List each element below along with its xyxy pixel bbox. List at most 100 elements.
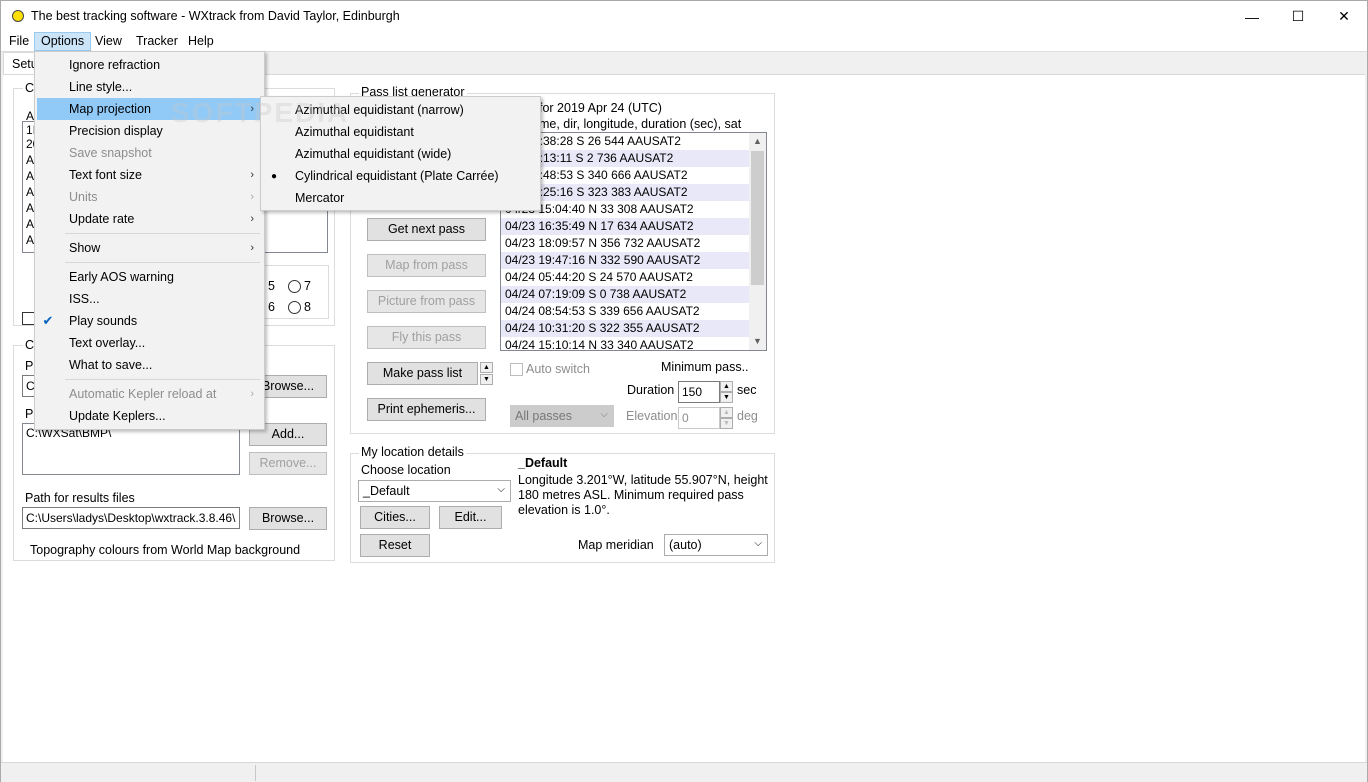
duration-input[interactable]: 150 bbox=[678, 381, 720, 403]
all-passes-value: All passes bbox=[515, 409, 572, 423]
elevation-spin-up[interactable]: ▲ bbox=[720, 407, 733, 418]
duration-spin-down[interactable]: ▼ bbox=[720, 392, 733, 403]
results-browse-button[interactable]: Browse... bbox=[249, 507, 327, 530]
list-item[interactable]: 04/23 18:09:57 N 356 732 AAUSAT2 bbox=[501, 235, 749, 252]
list-item[interactable]: 04/24 10:31:20 S 322 355 AAUSAT2 bbox=[501, 320, 749, 337]
path-list[interactable]: C:\WXSat\BMP\ bbox=[22, 423, 240, 475]
elevation-input[interactable]: 0 bbox=[678, 407, 720, 429]
minimum-pass-label: Minimum pass.. bbox=[661, 360, 749, 374]
pass-header-1: for 2019 Apr 24 (UTC) bbox=[539, 101, 662, 115]
duration-spin-up[interactable]: ▲ bbox=[720, 381, 733, 392]
menu-item-label: Units bbox=[69, 190, 98, 204]
map-meridian-label: Map meridian bbox=[578, 538, 654, 552]
cities-button[interactable]: Cities... bbox=[360, 506, 430, 529]
chevron-right-icon: › bbox=[250, 388, 254, 400]
radio-7[interactable] bbox=[288, 280, 301, 293]
location-select-value: _Default bbox=[363, 484, 410, 498]
menu-separator bbox=[65, 379, 260, 380]
close-button[interactable]: ✕ bbox=[1321, 1, 1367, 32]
make-pass-list-button[interactable]: Make pass list bbox=[367, 362, 478, 385]
menu-item-line-style[interactable]: Line style... bbox=[37, 76, 262, 98]
radio-label: 5 bbox=[268, 279, 275, 293]
menu-item-text-overlay[interactable]: Text overlay... bbox=[37, 332, 262, 354]
picture-from-pass-button[interactable]: Picture from pass bbox=[367, 290, 486, 313]
minimize-button[interactable]: — bbox=[1229, 1, 1275, 32]
get-next-pass-button[interactable]: Get next pass bbox=[367, 218, 486, 241]
radio-label: 7 bbox=[304, 279, 311, 293]
status-bar bbox=[1, 762, 1367, 782]
list-item[interactable]: 04/23 19:47:16 N 332 590 AAUSAT2 bbox=[501, 252, 749, 269]
results-path-input[interactable]: C:\Users\ladys\Desktop\wxtrack.3.8.46\ bbox=[22, 507, 240, 529]
menu-item-iss[interactable]: ISS... bbox=[37, 288, 262, 310]
menu-item-show[interactable]: Show › bbox=[37, 237, 262, 259]
chevron-down-icon: ⌵ bbox=[754, 538, 762, 549]
fly-this-pass-button[interactable]: Fly this pass bbox=[367, 326, 486, 349]
scroll-down-icon[interactable]: ▼ bbox=[753, 336, 762, 346]
list-item[interactable]: 04/23 16:35:49 N 17 634 AAUSAT2 bbox=[501, 218, 749, 235]
menu-options[interactable]: Options bbox=[34, 32, 92, 51]
app-icon bbox=[12, 10, 24, 22]
list-item: A bbox=[26, 233, 35, 247]
print-ephemeris-button[interactable]: Print ephemeris... bbox=[367, 398, 486, 421]
list-item[interactable]: 04/24 08:54:53 S 339 656 AAUSAT2 bbox=[501, 303, 749, 320]
list-item[interactable]: 04/24 07:19:09 S 0 738 AAUSAT2 bbox=[501, 286, 749, 303]
maximize-button[interactable]: ☐ bbox=[1275, 1, 1321, 32]
edit-location-button[interactable]: Edit... bbox=[439, 506, 502, 529]
menu-tracker[interactable]: Tracker bbox=[130, 32, 184, 51]
scroll-up-icon[interactable]: ▲ bbox=[753, 136, 762, 146]
menu-separator bbox=[65, 233, 260, 234]
menu-file[interactable]: File bbox=[3, 32, 35, 51]
menu-item-save-snapshot[interactable]: Save snapshot bbox=[37, 142, 262, 164]
chevron-right-icon: › bbox=[250, 242, 254, 254]
menu-item-early-aos-warning[interactable]: Early AOS warning bbox=[37, 266, 262, 288]
menu-item-play-sounds[interactable]: Play sounds bbox=[37, 310, 262, 332]
elevation-unit: deg bbox=[737, 409, 758, 423]
reset-button[interactable]: Reset bbox=[360, 534, 430, 557]
location-select[interactable]: _Default ⌵ bbox=[358, 480, 511, 502]
title-bar: The best tracking software - WXtrack fro… bbox=[1, 1, 1367, 32]
list-item[interactable]: 04/24 05:44:20 S 24 570 AAUSAT2 bbox=[501, 269, 749, 286]
pass-list-spin-up[interactable]: ▲ bbox=[480, 362, 493, 373]
menu-item-update-rate[interactable]: Update rate › bbox=[37, 208, 262, 230]
scroll-thumb[interactable] bbox=[751, 151, 764, 285]
pass-list-spin-down[interactable]: ▼ bbox=[480, 374, 493, 385]
all-passes-select[interactable]: All passes ⌵ bbox=[510, 405, 614, 427]
menu-item-azimuthal-wide[interactable]: Azimuthal equidistant (wide) bbox=[263, 143, 538, 165]
chevron-down-icon: ⌵ bbox=[600, 409, 608, 420]
pass-header-2: me, dir, longitude, duration (sec), sat bbox=[539, 117, 742, 131]
choose-location-label: Choose location bbox=[361, 463, 451, 477]
elevation-label: Elevation bbox=[626, 409, 678, 423]
map-from-pass-button[interactable]: Map from pass bbox=[367, 254, 486, 277]
menu-item-ignore-refraction[interactable]: Ignore refraction bbox=[37, 54, 262, 76]
menu-item-automatic-kepler-reload[interactable]: Automatic Kepler reload at › bbox=[37, 383, 262, 405]
remove-button[interactable]: Remove... bbox=[249, 452, 327, 475]
menu-item-label: Automatic Kepler reload at bbox=[69, 387, 217, 401]
list-item: A bbox=[26, 217, 35, 231]
menu-item-update-keplers[interactable]: Update Keplers... bbox=[37, 405, 262, 427]
auto-switch-checkbox[interactable] bbox=[510, 363, 523, 376]
menu-item-label: Show bbox=[69, 241, 101, 255]
chevron-right-icon: › bbox=[250, 169, 254, 181]
menu-item-label: Update rate bbox=[69, 212, 135, 226]
status-divider bbox=[255, 765, 256, 781]
map-meridian-select[interactable]: (auto) ⌵ bbox=[664, 534, 768, 556]
menu-item-units[interactable]: Units › bbox=[37, 186, 262, 208]
elevation-spin-down[interactable]: ▼ bbox=[720, 418, 733, 429]
menu-item-mercator[interactable]: Mercator bbox=[263, 187, 538, 209]
location-details: Longitude 3.201°W, latitude 55.907°N, he… bbox=[518, 473, 768, 517]
radio-label: 6 bbox=[268, 300, 275, 314]
list-item[interactable]: 04/24 15:10:14 N 33 340 AAUSAT2 bbox=[501, 337, 749, 350]
duration-unit: sec bbox=[737, 383, 757, 397]
menu-item-cylindrical-equidistant[interactable]: Cylindrical equidistant (Plate Carrée) bbox=[263, 165, 538, 187]
menu-help[interactable]: Help bbox=[182, 32, 220, 51]
location-group-label: My location details bbox=[359, 445, 466, 459]
menu-view[interactable]: View bbox=[89, 32, 128, 51]
menu-item-what-to-save[interactable]: What to save... bbox=[37, 354, 262, 376]
menu-item-text-font-size[interactable]: Text font size › bbox=[37, 164, 262, 186]
auto-switch-label: Auto switch bbox=[526, 362, 590, 376]
topography-text: Topography colours from World Map backgr… bbox=[30, 543, 301, 557]
chevron-down-icon: ⌵ bbox=[497, 484, 505, 495]
radio-8[interactable] bbox=[288, 301, 301, 314]
pass-list-scrollbar[interactable]: ▲ ▼ bbox=[749, 133, 766, 350]
menu-item-label: Text font size bbox=[69, 168, 142, 182]
